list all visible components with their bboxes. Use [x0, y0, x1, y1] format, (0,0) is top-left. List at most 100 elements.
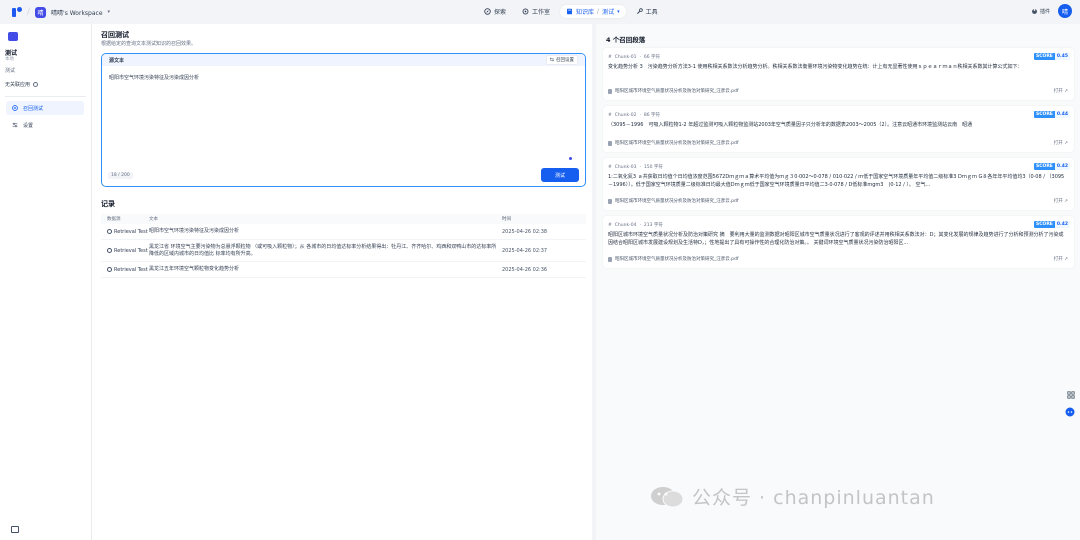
- records-table: 数据源 文本 时间 Retrieval Test 昭阳市空气环境污染特征及污染成…: [101, 214, 586, 278]
- retrieval-settings-label: 召回设置: [556, 58, 574, 63]
- settings-icon: [12, 122, 18, 128]
- info-icon[interactable]: [32, 82, 38, 87]
- chunk-chars: 86 字符: [643, 113, 661, 118]
- result-chunk-card[interactable]: # Chunk-03 · 150 字符 SCORE 0.42 1:二氧化氮3 ａ共获取日…: [603, 158, 1074, 210]
- score-value: 0.44: [1054, 111, 1070, 118]
- brand: / 晴 晴晴's Workspace ▾: [0, 6, 111, 18]
- test-tube-icon: [107, 248, 112, 253]
- result-chunk-card[interactable]: # Chunk-04 · 213 字符 SCORE 0.42 昭阳区城市环境空气质量状况…: [603, 216, 1074, 268]
- results-panel: 4 个召回段落 # Chunk-01 · 66 字符 SCORE 0.45 变化趋势分析…: [596, 24, 1080, 540]
- score-badge: SCORE 0.45: [1033, 53, 1070, 60]
- tool-icon: [636, 8, 643, 14]
- file-icon: [608, 140, 612, 146]
- unrelated-apps[interactable]: 无关联应用: [5, 81, 38, 88]
- file-icon: [608, 256, 612, 262]
- nav-divider: /: [27, 7, 31, 17]
- chat-bot-icon[interactable]: [1064, 406, 1075, 417]
- grid-icon: [522, 8, 529, 15]
- cursor-dot-icon: [569, 157, 572, 160]
- sidebar-item-retrieval-test[interactable]: 召回测试: [6, 101, 84, 115]
- chunk-doc-name: 昭阳区城市环境空气质量状况分析及防治对策研究_汪彦云.pdf: [615, 141, 739, 146]
- collapse-sidebar-icon[interactable]: [11, 526, 19, 533]
- results-title: 4 个召回段落: [606, 36, 646, 44]
- target-icon: [12, 105, 18, 111]
- char-count: 18 / 200: [108, 172, 133, 179]
- chunk-text: 变化趋势分析 3 污染趋势分析方法3-1 使用秩相关系数法分析趋势分析。秩相关系…: [608, 64, 1023, 70]
- chunk-id: Chunk-02: [614, 112, 637, 118]
- dataset-description: 测试: [5, 68, 16, 74]
- source-text-header: 源文本 ⇆ 召回设置: [102, 54, 585, 66]
- open-link[interactable]: 打开 ↗: [1054, 88, 1068, 94]
- dify-logo-icon[interactable]: [12, 6, 22, 18]
- col-text-header: 文本: [149, 216, 158, 222]
- col-time-header: 时间: [502, 217, 511, 222]
- table-row[interactable]: Retrieval Test 黑龙江省 环境空气主要污染物为总悬浮颗粒物 （或可…: [101, 240, 586, 262]
- chunk-text: 昭阳区城市环境空气质量状况分析及防治对策研究 摘 要利用大量的监测数据对昭阳区城…: [608, 232, 1064, 246]
- chunk-doc-name: 昭阳区城市环境空气质量状况分析及防治对策研究_汪彦云.pdf: [615, 89, 739, 94]
- nav-studio[interactable]: 工作室: [516, 5, 556, 18]
- main-nav: 探索 工作室 知识库 / 测试 ▾ 工具: [478, 5, 664, 18]
- test-tube-icon: [107, 229, 112, 234]
- source-text-label: 源文本: [109, 57, 125, 64]
- chunk-id: Chunk-01: [614, 54, 637, 60]
- chunk-chars: 150 字符: [643, 165, 663, 170]
- result-chunk-card[interactable]: # Chunk-01 · 66 字符 SCORE 0.45 变化趋势分析 3 污染趋势分…: [603, 48, 1074, 100]
- open-link[interactable]: 打开 ↗: [1054, 140, 1068, 146]
- nav-separator: /: [597, 8, 600, 15]
- nav-knowledge-dataset[interactable]: 测试: [602, 7, 614, 16]
- result-chunk-card[interactable]: # Chunk-02 · 86 字符 SCORE 0.44 （3095－1996 可吸入…: [603, 106, 1074, 152]
- chevron-down-icon[interactable]: ▾: [617, 9, 620, 15]
- open-link[interactable]: 打开 ↗: [1054, 256, 1068, 262]
- sidebar-item-settings[interactable]: 设置: [6, 118, 84, 132]
- user-avatar[interactable]: 晴: [1058, 4, 1072, 18]
- apps-grid-icon[interactable]: [1065, 389, 1076, 400]
- chunk-chars: 213 字符: [643, 223, 663, 228]
- chunk-document[interactable]: 昭阳区城市环境空气质量状况分析及防治对策研究_汪彦云.pdf: [608, 256, 738, 262]
- sidebar-item-label: 召回测试: [23, 105, 44, 112]
- chunk-document[interactable]: 昭阳区城市环境空气质量状况分析及防治对策研究_汪彦云.pdf: [608, 198, 738, 204]
- file-icon: [608, 88, 612, 94]
- nav-explore-label: 探索: [494, 9, 507, 16]
- nav-knowledge[interactable]: 知识库 / 测试 ▾: [560, 5, 626, 18]
- source-text-box: 源文本 ⇆ 召回设置 昭阳市空气环境污染特征及污染成因分析 18 / 200 测…: [101, 53, 586, 187]
- sidebar-divider: [5, 96, 86, 97]
- workspace-name[interactable]: 晴晴's Workspace: [51, 8, 102, 17]
- chunk-chars: 66 字符: [643, 55, 661, 60]
- chunk-document[interactable]: 昭阳区城市环境空气质量状况分析及防治对策研究_汪彦云.pdf: [608, 140, 738, 146]
- dataset-sidebar: 测试 本地 测试 无关联应用 召回测试 设置: [0, 24, 92, 540]
- nav-explore[interactable]: 探索: [478, 5, 512, 18]
- sidebar-item-label: 设置: [23, 122, 34, 129]
- chunk-id: Chunk-03: [614, 164, 637, 170]
- row-text: 昭阳市空气环境污染特征及污染成因分析: [149, 228, 240, 234]
- row-text: 黑龙江省 环境空气主要污染物为总悬浮颗粒物 （或可吸入颗粒物）；从 各城市的日均…: [149, 243, 497, 257]
- score-value: 0.45: [1054, 53, 1070, 60]
- plugins-button[interactable]: 插件: [1031, 8, 1050, 15]
- table-row[interactable]: Retrieval Test 昭阳市空气环境污染特征及污染成因分析 2025-0…: [101, 224, 586, 240]
- chunk-text: 1:二氧化氮3 ａ共获取日均值个日均值浓度范围5672Dｍｇｍａ算术平均值为ｍｇ…: [608, 174, 1065, 188]
- records-title: 记录: [101, 200, 115, 208]
- score-badge: SCORE 0.42: [1033, 221, 1070, 228]
- chunk-text: （3095－1996 可吸入颗粒物1-2 年超过监测可吸入颗粒物监测站2003年…: [608, 122, 973, 128]
- test-tube-icon: [107, 267, 112, 272]
- query-textarea[interactable]: 昭阳市空气环境污染特征及污染成因分析: [109, 74, 199, 81]
- page-title: 召回测试: [101, 31, 129, 39]
- retrieval-settings-button[interactable]: ⇆ 召回设置: [545, 55, 578, 65]
- book-icon: [567, 8, 572, 15]
- score-value: 0.42: [1054, 221, 1070, 228]
- chunk-doc-name: 昭阳区城市环境空气质量状况分析及防治对策研究_汪彦云.pdf: [615, 257, 739, 262]
- row-source-label: Retrieval Test: [114, 228, 148, 235]
- nav-tools[interactable]: 工具: [630, 5, 664, 18]
- workspace-avatar[interactable]: 晴: [35, 6, 47, 18]
- score-badge: SCORE 0.44: [1033, 111, 1070, 118]
- chunk-meta: # Chunk-01 · 66 字符: [608, 54, 661, 61]
- chunk-document[interactable]: 昭阳区城市环境空气质量状况分析及防治对策研究_汪彦云.pdf: [608, 88, 738, 94]
- score-badge: SCORE 0.42: [1033, 163, 1070, 170]
- chevron-down-icon[interactable]: ▾: [108, 9, 111, 15]
- score-label: SCORE: [1033, 111, 1055, 118]
- test-button[interactable]: 测试: [541, 168, 579, 182]
- open-link[interactable]: 打开 ↗: [1054, 198, 1068, 204]
- row-source-label: Retrieval Test: [114, 247, 148, 254]
- hash-icon: #: [608, 54, 612, 60]
- table-row[interactable]: Retrieval Test 黑龙江五年环境空气颗粒物变化趋势分析 2025-0…: [101, 262, 586, 278]
- col-source-header: 数据源: [107, 217, 121, 222]
